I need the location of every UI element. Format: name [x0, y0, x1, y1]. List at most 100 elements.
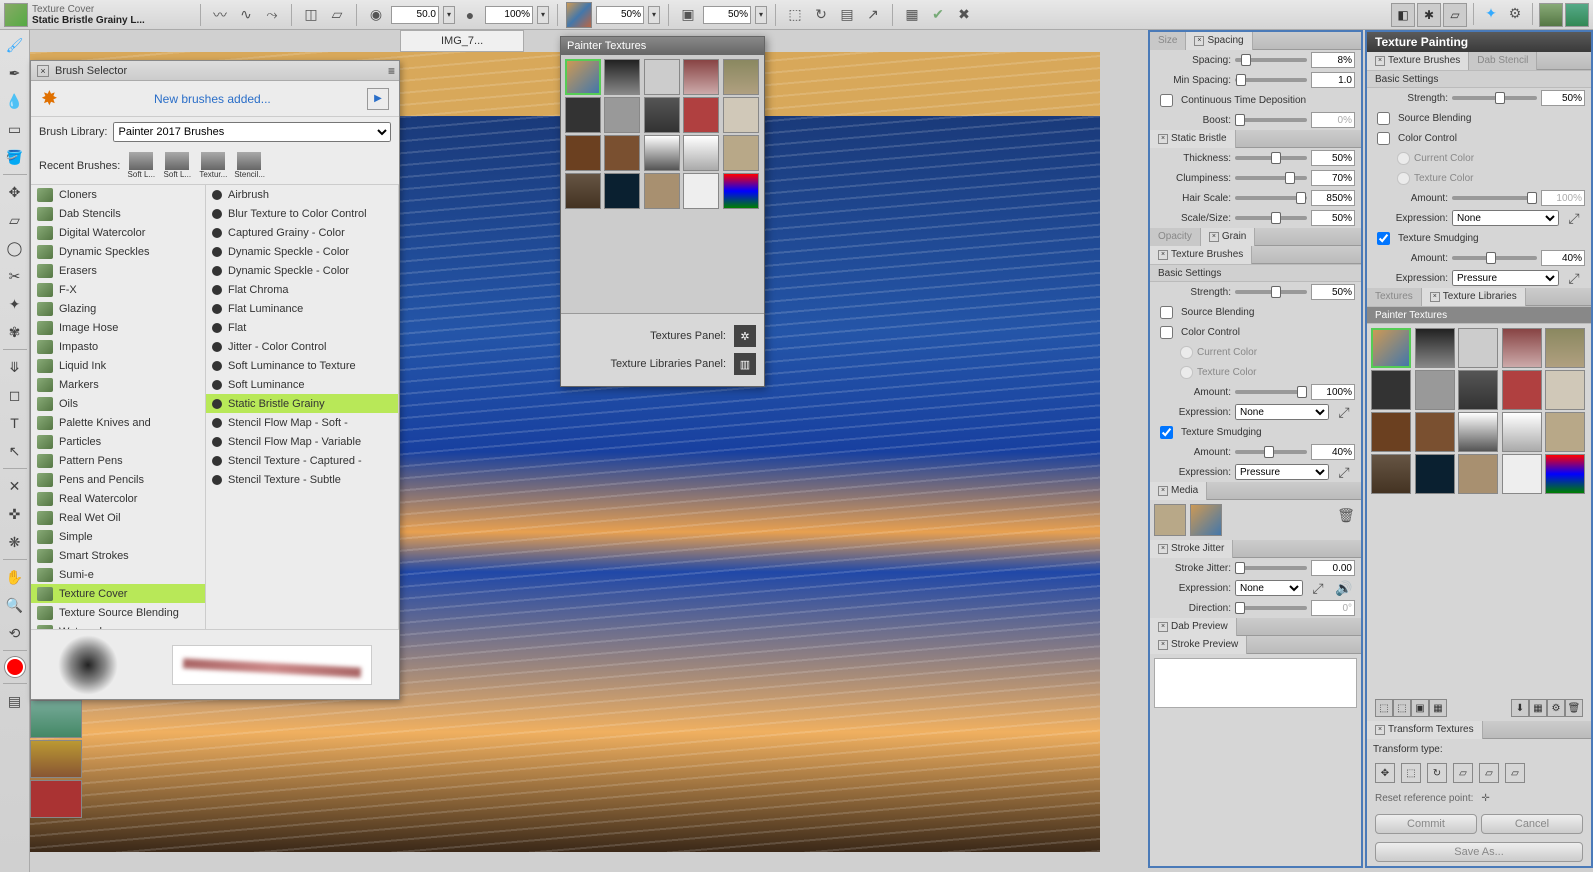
gear-icon[interactable]: ⚙: [1504, 3, 1526, 25]
media-thumb-2[interactable]: [1190, 504, 1222, 536]
invert-icon[interactable]: ⤢: [1333, 461, 1355, 483]
spacing-slider[interactable]: [1235, 58, 1307, 62]
zoom-tool-icon[interactable]: 🔍: [4, 594, 26, 616]
texture-swatch[interactable]: [1545, 454, 1585, 494]
import-icon[interactable]: ⬚: [1375, 699, 1393, 717]
brush-variant-item[interactable]: Jitter - Color Control: [206, 337, 398, 356]
tpp-stencil-tab[interactable]: Dab Stencil: [1469, 52, 1537, 70]
tool-a-icon[interactable]: ⬚: [784, 4, 806, 26]
texture-swatch[interactable]: [1371, 328, 1411, 368]
texture-swatch[interactable]: [1458, 454, 1498, 494]
brush-variant-list[interactable]: AirbrushBlur Texture to Color ControlCap…: [206, 185, 399, 629]
tool-d-icon[interactable]: ↗: [862, 4, 884, 26]
size-tab[interactable]: Size: [1150, 32, 1186, 50]
texture-libs-button[interactable]: ▥: [734, 353, 756, 375]
scale-size-slider[interactable]: [1235, 216, 1307, 220]
jitter-expression-select[interactable]: None: [1235, 580, 1303, 596]
stamp-tool-icon[interactable]: ✾: [4, 321, 26, 343]
size-dropdown[interactable]: ▾: [443, 6, 455, 24]
trash-icon[interactable]: 🗑: [1335, 504, 1357, 526]
painter-textures-header[interactable]: Painter Textures: [1367, 306, 1591, 324]
media-tab[interactable]: ×Media: [1150, 482, 1207, 500]
recent-brush-a-icon[interactable]: [1539, 3, 1563, 27]
strength-value[interactable]: [1311, 284, 1355, 300]
brush-category-list[interactable]: ClonersDab StencilsDigital WatercolorDyn…: [31, 185, 206, 629]
brush-category-item[interactable]: Watercolor: [31, 622, 205, 629]
cancel-icon[interactable]: ✖: [953, 4, 975, 26]
brush-variant-item[interactable]: Blur Texture to Color Control: [206, 204, 398, 223]
texture-swatch[interactable]: [644, 97, 680, 133]
texture-swatch[interactable]: [1415, 454, 1455, 494]
tpp-strength-slider[interactable]: [1452, 96, 1537, 100]
lasso-tool-icon[interactable]: ◯: [4, 237, 26, 259]
color-well[interactable]: [5, 657, 25, 677]
stroke-preview-tab[interactable]: ×Stroke Preview: [1150, 636, 1247, 654]
brush-category-item[interactable]: Image Hose: [31, 318, 205, 337]
tpp-amount-value[interactable]: [1541, 190, 1585, 206]
texture-swatch[interactable]: [1458, 328, 1498, 368]
tpp-amount-slider[interactable]: [1452, 196, 1537, 200]
text-tool-icon[interactable]: T: [4, 412, 26, 434]
align-icon[interactable]: ◫: [300, 4, 322, 26]
brush-variant-item[interactable]: Stencil Flow Map - Variable: [206, 432, 398, 451]
smudge-expression-select[interactable]: Pressure: [1235, 464, 1329, 480]
texture-swatch[interactable]: [604, 135, 640, 171]
recent-brush-3[interactable]: Textur...: [198, 152, 228, 179]
commit-button[interactable]: Commit: [1375, 814, 1477, 834]
brush-library-select[interactable]: Painter 2017 Brushes: [113, 122, 391, 142]
boost-value[interactable]: [1311, 112, 1355, 128]
pen-tool-icon[interactable]: ✒: [4, 62, 26, 84]
tpp-strength-value[interactable]: [1541, 90, 1585, 106]
texture-swatch[interactable]: [683, 59, 719, 95]
brush-variant-item[interactable]: Flat: [206, 318, 398, 337]
recent-brush-1[interactable]: Soft L...: [126, 152, 156, 179]
brush-category-item[interactable]: Markers: [31, 375, 205, 394]
tool-b-icon[interactable]: ↻: [810, 4, 832, 26]
invert-icon[interactable]: ⤢: [1333, 401, 1355, 423]
direction-slider[interactable]: [1235, 606, 1307, 610]
thickness-slider[interactable]: [1235, 156, 1307, 160]
brush-category-item[interactable]: Dynamic Speckles: [31, 242, 205, 261]
tpp-smudging-checkbox[interactable]: [1377, 232, 1390, 245]
texture-swatch[interactable]: [644, 59, 680, 95]
expression-select[interactable]: None: [1235, 404, 1329, 420]
texture-swatch[interactable]: [1545, 412, 1585, 452]
texture-swatch[interactable]: [723, 59, 759, 95]
invert-icon[interactable]: ⤢: [1563, 207, 1585, 229]
brush-category-item[interactable]: Impasto: [31, 337, 205, 356]
boost-slider[interactable]: [1235, 118, 1307, 122]
opacity-tab[interactable]: Opacity: [1150, 228, 1201, 246]
texture-libraries-tab[interactable]: ×Texture Libraries: [1422, 288, 1526, 306]
opacity-dropdown[interactable]: ▾: [537, 6, 549, 24]
divine-tool-icon[interactable]: ✜: [4, 503, 26, 525]
brush-category-item[interactable]: Liquid Ink: [31, 356, 205, 375]
new-brushes-banner[interactable]: ✸ New brushes added... ▶: [31, 81, 399, 117]
transform-scale-icon[interactable]: ⬚: [1401, 763, 1421, 783]
delete-icon[interactable]: 🗑: [1565, 699, 1583, 717]
brush-category-item[interactable]: Cloners: [31, 185, 205, 204]
panel-toggle-3-icon[interactable]: ▱: [1443, 3, 1467, 27]
texture-swatch[interactable]: [1545, 328, 1585, 368]
move-tool-icon[interactable]: ✥: [4, 181, 26, 203]
spacing-tab[interactable]: ×Spacing: [1186, 32, 1252, 50]
texture-swatch[interactable]: [644, 173, 680, 209]
texture-swatch[interactable]: [1415, 412, 1455, 452]
brush-info[interactable]: Texture Cover Static Bristle Grainy L...: [32, 4, 192, 26]
media-thumb-1[interactable]: [1154, 504, 1186, 536]
tool-c-icon[interactable]: ▤: [836, 4, 858, 26]
brush-category-item[interactable]: Simple: [31, 527, 205, 546]
textures-panel-button[interactable]: ✲: [734, 325, 756, 347]
texture-swatch[interactable]: [1545, 370, 1585, 410]
perspective-icon[interactable]: ▱: [326, 4, 348, 26]
recent-brush-2[interactable]: Soft L...: [162, 152, 192, 179]
transform-distort-icon[interactable]: ▱: [1479, 763, 1499, 783]
grain-input[interactable]: [596, 6, 644, 24]
texture-swatch[interactable]: [644, 135, 680, 171]
texture-swatch[interactable]: [1458, 370, 1498, 410]
rotate-tool-icon[interactable]: ⟲: [4, 622, 26, 644]
texture-swatch[interactable]: [1502, 412, 1542, 452]
texture-swatch[interactable]: [723, 135, 759, 171]
settings-icon[interactable]: ⚙: [1547, 699, 1565, 717]
dab-preview-tab[interactable]: ×Dab Preview: [1150, 618, 1237, 636]
eyedrop-tool-icon[interactable]: ⤋: [4, 356, 26, 378]
